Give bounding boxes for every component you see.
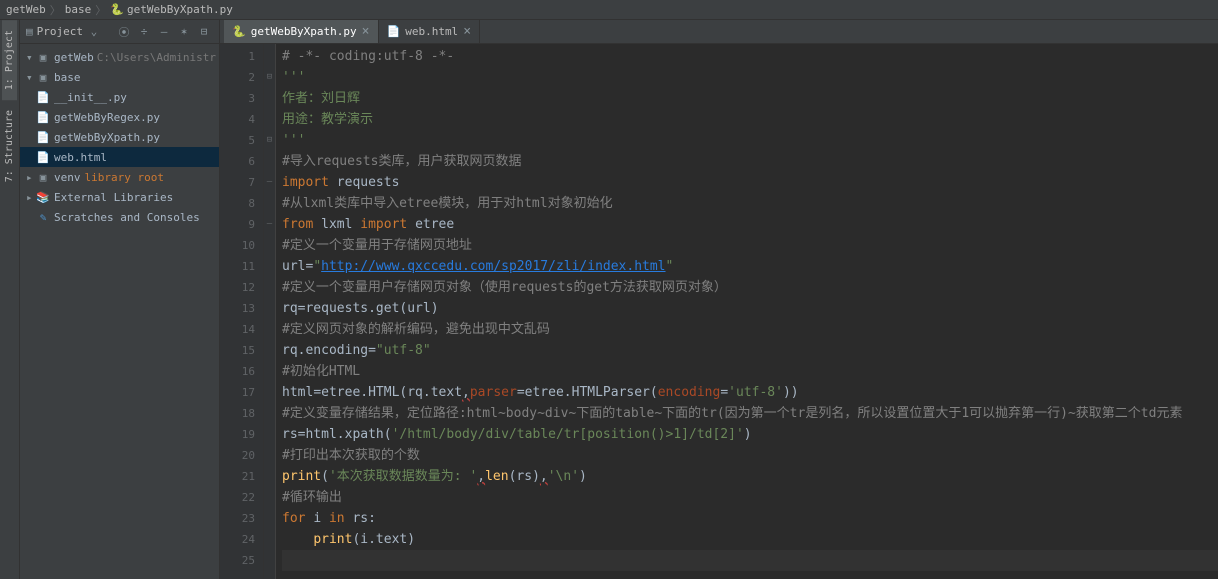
tree-label: getWebByXpath.py bbox=[54, 131, 160, 144]
structure-toolwindow-tab[interactable]: 7: Structure bbox=[2, 100, 17, 192]
python-icon: 📄 bbox=[36, 111, 50, 124]
tree-label: getWeb bbox=[54, 51, 94, 64]
chevron-right-icon[interactable]: ▸ bbox=[26, 191, 36, 204]
python-icon: 🐍 bbox=[110, 3, 124, 16]
project-panel: ▤ Project ⌄ ⦿ ÷ — ✶ ⊟ ▾ ▣ getWeb C:\User… bbox=[20, 20, 220, 579]
view-mode-icon[interactable]: ⌄ bbox=[85, 23, 103, 41]
scratch-icon: ✎ bbox=[36, 211, 50, 224]
tree-label: getWebByRegex.py bbox=[54, 111, 160, 124]
tree-label: External Libraries bbox=[54, 191, 173, 204]
project-toolwindow-tab[interactable]: 1: Project bbox=[2, 20, 17, 100]
tree-hint: C:\Users\Administr bbox=[97, 51, 216, 64]
line-number-gutter[interactable]: 1 2 3 4 5 6 7 8 9 10 11 12 13 14 15 16 1… bbox=[220, 44, 264, 579]
project-panel-header: ▤ Project ⌄ ⦿ ÷ — ✶ ⊟ bbox=[20, 20, 219, 44]
breadcrumb-leaf[interactable]: getWebByXpath.py bbox=[127, 3, 233, 16]
editor-body: 1 2 3 4 5 6 7 8 9 10 11 12 13 14 15 16 1… bbox=[220, 44, 1218, 579]
gear-icon[interactable]: ✶ bbox=[175, 23, 193, 41]
tree-node-regex[interactable]: 📄 getWebByRegex.py bbox=[20, 107, 219, 127]
folder-icon: ▣ bbox=[36, 51, 50, 64]
tab-label: getWebByXpath.py bbox=[251, 25, 357, 38]
python-icon: 🐍 bbox=[232, 25, 246, 38]
breadcrumb-separator: 〉 bbox=[50, 2, 61, 18]
editor-tabbar: 🐍 getWebByXpath.py × 📄 web.html × bbox=[220, 20, 1218, 44]
tree-node-root[interactable]: ▾ ▣ getWeb C:\Users\Administr bbox=[20, 47, 219, 67]
tree-node-scratches[interactable]: ✎ Scratches and Consoles bbox=[20, 207, 219, 227]
tree-node-base[interactable]: ▾ ▣ base bbox=[20, 67, 219, 87]
breadcrumb-separator: 〉 bbox=[95, 2, 106, 18]
folder-icon: ▤ bbox=[26, 25, 33, 38]
breadcrumb-root[interactable]: getWeb bbox=[6, 3, 46, 16]
tree-node-init[interactable]: 📄 __init__.py bbox=[20, 87, 219, 107]
code-editor[interactable]: # -*- coding:utf-8 -*- ''' 作者：刘日辉 用途：教学演… bbox=[276, 44, 1218, 579]
tree-node-xpath[interactable]: 📄 getWebByXpath.py bbox=[20, 127, 219, 147]
editor-tab-html[interactable]: 📄 web.html × bbox=[379, 20, 481, 43]
editor-tab-xpath[interactable]: 🐍 getWebByXpath.py × bbox=[224, 20, 379, 43]
tree-label: Scratches and Consoles bbox=[54, 211, 200, 224]
close-icon[interactable]: × bbox=[463, 24, 471, 39]
breadcrumb: getWeb 〉 base 〉 🐍 getWebByXpath.py bbox=[0, 0, 1218, 20]
chevron-down-icon[interactable]: ▾ bbox=[26, 71, 36, 84]
tree-hint: library root bbox=[85, 171, 164, 184]
library-icon: 📚 bbox=[36, 191, 50, 204]
tree-node-external-libs[interactable]: ▸ 📚 External Libraries bbox=[20, 187, 219, 207]
fold-gutter[interactable]: ⊟ ⊟– – bbox=[264, 44, 276, 579]
python-icon: 📄 bbox=[36, 91, 50, 104]
divide-icon[interactable]: ÷ bbox=[135, 23, 153, 41]
panel-title[interactable]: Project bbox=[37, 25, 83, 38]
project-tree[interactable]: ▾ ▣ getWeb C:\Users\Administr ▾ ▣ base 📄… bbox=[20, 44, 219, 579]
chevron-right-icon[interactable]: ▸ bbox=[26, 171, 36, 184]
tree-node-venv[interactable]: ▸ ▣ venv library root bbox=[20, 167, 219, 187]
html-icon: 📄 bbox=[387, 25, 401, 38]
tree-label: venv bbox=[54, 171, 81, 184]
tree-label: __init__.py bbox=[54, 91, 127, 104]
hide-icon[interactable]: ⊟ bbox=[195, 23, 213, 41]
chevron-down-icon[interactable]: ▾ bbox=[26, 51, 36, 64]
tab-label: web.html bbox=[405, 25, 458, 38]
editor-area: 🐍 getWebByXpath.py × 📄 web.html × 1 2 3 … bbox=[220, 20, 1218, 579]
folder-icon: ▣ bbox=[36, 171, 50, 184]
tool-window-bar: 1: Project 7: Structure bbox=[0, 20, 20, 579]
html-icon: 📄 bbox=[36, 151, 50, 164]
tree-label: base bbox=[54, 71, 81, 84]
minimize-icon[interactable]: — bbox=[155, 23, 173, 41]
folder-icon: ▣ bbox=[36, 71, 50, 84]
target-icon[interactable]: ⦿ bbox=[115, 23, 133, 41]
close-icon[interactable]: × bbox=[362, 24, 370, 39]
breadcrumb-mid[interactable]: base bbox=[65, 3, 92, 16]
python-icon: 📄 bbox=[36, 131, 50, 144]
tree-label: web.html bbox=[54, 151, 107, 164]
tree-node-html[interactable]: 📄 web.html bbox=[20, 147, 219, 167]
